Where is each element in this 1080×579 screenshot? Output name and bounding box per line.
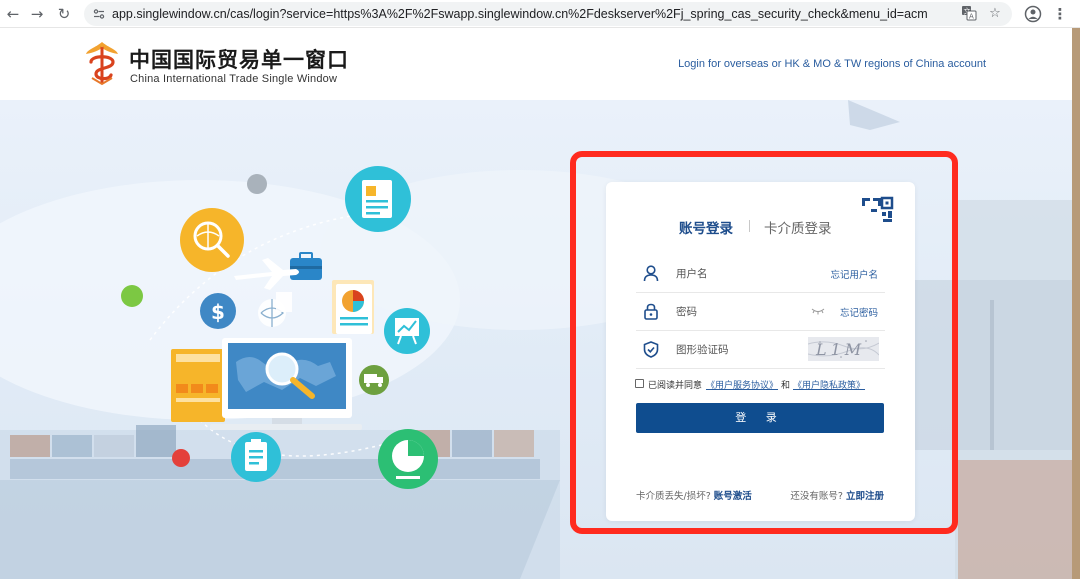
url-text[interactable]: app.singlewindow.cn/cas/login?service=ht… — [112, 2, 928, 26]
login-card: 账号登录 卡介质登录 忘记用户名 忘记密码 — [606, 182, 915, 521]
lock-icon — [644, 303, 658, 320]
tab-card-login[interactable]: 卡介质登录 — [764, 217, 832, 237]
svg-text:A: A — [969, 13, 974, 21]
password-input[interactable] — [676, 302, 796, 322]
card-lost-text: 卡介质丢失/损坏? 账号激活 — [636, 488, 752, 502]
captcha-image[interactable]: L1M — [808, 337, 879, 361]
arrow-right-icon[interactable]: → — [26, 3, 48, 25]
eye-closed-icon[interactable] — [811, 306, 825, 316]
activate-account-link[interactable]: 账号激活 — [714, 491, 752, 502]
privacy-policy-link[interactable]: 《用户隐私政策》 — [793, 378, 865, 391]
no-account-prefix: 还没有账号? — [790, 491, 843, 502]
address-bar[interactable]: app.singlewindow.cn/cas/login?service=ht… — [84, 2, 1012, 26]
customs-emblem-logo[interactable] — [82, 40, 122, 90]
password-row: 忘记密码 — [636, 293, 885, 331]
kebab-menu-icon[interactable]: ⋮ — [1050, 4, 1070, 24]
logo-title-cn: 中国国际贸易单一窗口 — [129, 48, 349, 72]
register-text: 还没有账号? 立即注册 — [790, 488, 884, 502]
agree-checkbox[interactable] — [635, 379, 644, 388]
browser-toolbar: ← → ↻ app.singlewindow.cn/cas/login?serv… — [0, 0, 1080, 28]
profile-icon[interactable] — [1023, 4, 1043, 24]
captcha-input[interactable] — [676, 340, 796, 360]
captcha-text: L1M — [815, 340, 865, 359]
logo-title-en: China International Trade Single Window — [130, 73, 338, 85]
forgot-username-link[interactable]: 忘记用户名 — [830, 267, 878, 281]
svg-text:$: $ — [211, 300, 225, 324]
register-now-link[interactable]: 立即注册 — [846, 491, 884, 502]
username-row: 忘记用户名 — [636, 255, 885, 293]
translate-icon[interactable]: 文A — [960, 5, 978, 23]
site-settings-icon[interactable] — [93, 8, 105, 20]
overseas-login-link[interactable]: Login for overseas or HK & MO & TW regio… — [678, 58, 986, 70]
agree-prefix: 已阅读并同意 — [648, 381, 703, 391]
service-agreement-link[interactable]: 《用户服务协议》 — [706, 378, 778, 391]
shield-check-icon — [643, 341, 659, 358]
forgot-password-link[interactable]: 忘记密码 — [840, 305, 878, 319]
agree-and: 和 — [781, 381, 791, 391]
star-icon[interactable]: ☆ — [986, 5, 1004, 23]
tab-account-login[interactable]: 账号登录 — [679, 217, 733, 237]
reload-icon[interactable]: ↻ — [53, 3, 75, 25]
card-lost-prefix: 卡介质丢失/损坏? — [636, 491, 711, 502]
site-header: 中国国际贸易单一窗口 China International Trade Sin… — [0, 28, 1080, 100]
qr-code-icon[interactable] — [862, 196, 894, 228]
username-input[interactable] — [676, 264, 796, 284]
window-edge-strip — [1072, 28, 1080, 579]
login-button[interactable]: 登 录 — [636, 403, 884, 433]
tab-divider — [749, 220, 750, 232]
captcha-row: L1M — [636, 331, 885, 369]
arrow-left-icon[interactable]: ← — [2, 3, 24, 25]
user-icon — [643, 265, 659, 282]
